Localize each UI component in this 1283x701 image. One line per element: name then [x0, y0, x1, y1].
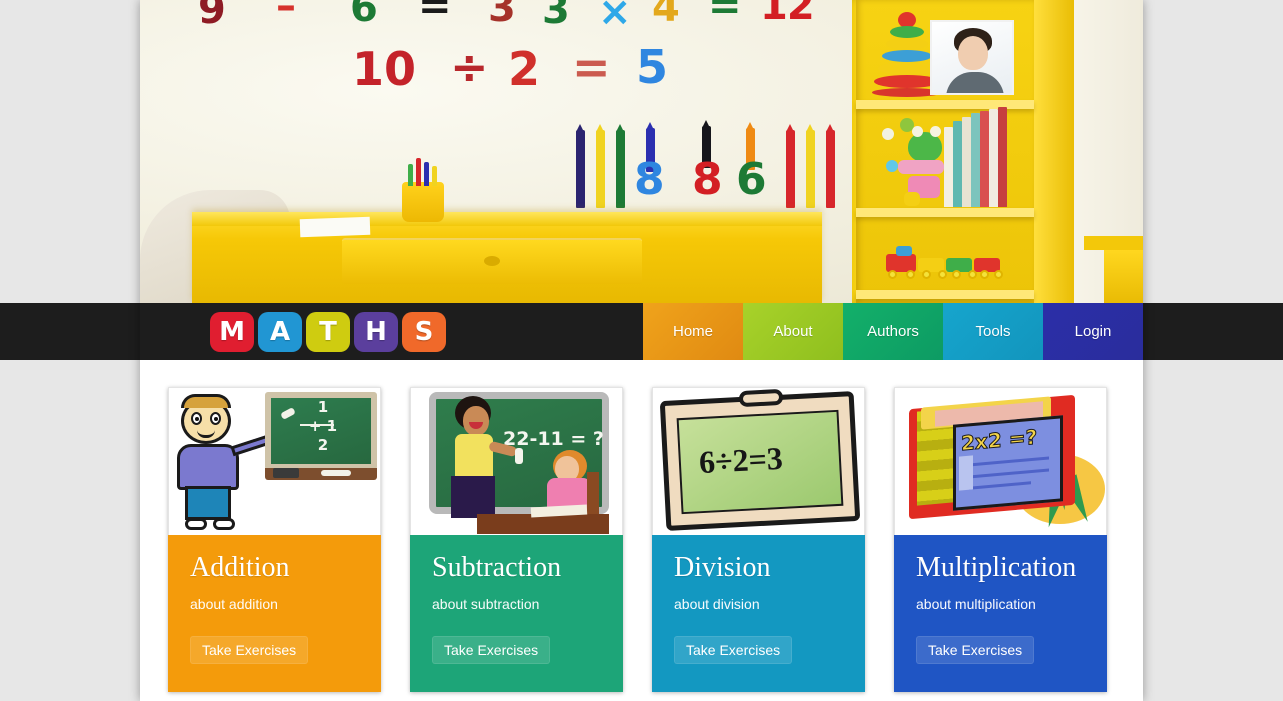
photo-face [958, 36, 988, 70]
nav-menu: Home About Authors Tools Login [643, 303, 1143, 360]
decal-3b: 3 [542, 0, 570, 33]
paper-sheet [299, 216, 371, 238]
division-chalk-text: 6÷2=3 [698, 439, 784, 481]
nav-item-about[interactable]: About [743, 303, 843, 360]
student-chair [587, 472, 599, 520]
wall-number-8-red: 8 [692, 154, 723, 205]
subtraction-take-exercises-button[interactable]: Take Exercises [432, 635, 551, 664]
decal-9: 9 [198, 0, 226, 33]
topic-card-addition[interactable]: 1+ 12 Addition about addition Take Exerc… [168, 387, 381, 692]
subtraction-chalk-text: 22-11 = ? [503, 428, 604, 450]
desk-top [192, 212, 822, 226]
nav-item-login[interactable]: Login [1043, 303, 1143, 360]
decal-divide: ÷ [450, 40, 489, 94]
nav-item-authors[interactable]: Authors [843, 303, 943, 360]
subtraction-title: Subtraction [432, 552, 562, 583]
subtraction-card-body: Subtraction about subtraction Take Exerc… [410, 535, 623, 692]
topic-card-subtraction[interactable]: 22-11 = ? Subtraction about subtraction … [410, 387, 623, 692]
addition-card-body: Addition about addition Take Exercises [168, 535, 381, 692]
decal-1: 1 [352, 42, 384, 96]
slate-handle [738, 388, 784, 408]
subtraction-thumbnail: 22-11 = ? [410, 387, 623, 535]
decal-4: 4 [652, 0, 680, 31]
multiplication-desc: about multiplication [916, 595, 1036, 612]
boy-hair [181, 394, 231, 408]
multiplication-card-body: Multiplication about multiplication Take… [894, 535, 1107, 692]
topic-card-multiplication[interactable]: 2x2 =? Multiplication about multiplicati… [894, 387, 1107, 692]
nav-item-tools[interactable]: Tools [943, 303, 1043, 360]
desk-knob [484, 256, 500, 266]
decal-6: 6 [350, 0, 378, 31]
division-desc: about division [674, 595, 760, 612]
decal-12: 12 [760, 0, 815, 29]
bookshelf-board [856, 290, 1034, 299]
teacher-face [463, 406, 489, 436]
boy-pupil-left [195, 417, 199, 421]
chalk-stick [321, 470, 351, 476]
multiplication-title: Multiplication [916, 552, 1077, 583]
cover-highlight [959, 455, 973, 491]
decal-3: 3 [488, 0, 516, 31]
bookshelf-board [856, 100, 1034, 109]
multiplication-thumbnail: 2x2 =? [894, 387, 1107, 535]
addition-thumbnail: 1+ 12 [168, 387, 381, 535]
wall-number-8-blue: 8 [634, 154, 665, 205]
addition-title: Addition [190, 552, 290, 583]
navbar: M A T H S Home About Authors Tools Login [140, 303, 1143, 360]
topic-card-division[interactable]: 6÷2=3 Division about division Take Exerc… [652, 387, 865, 692]
division-title: Division [674, 552, 771, 583]
small-shelf-board [1084, 236, 1143, 250]
pencil-cup [402, 158, 444, 222]
division-thumbnail: 6÷2=3 [652, 387, 865, 535]
main-content: 1+ 12 Addition about addition Take Exerc… [140, 360, 1143, 701]
boy-shorts [185, 486, 231, 520]
multiplication-take-exercises-button[interactable]: Take Exercises [916, 635, 1035, 664]
teacher-skirt [451, 476, 495, 518]
fraction-bar [300, 424, 334, 426]
photo-body [946, 72, 1004, 93]
decal-0: 0 [384, 42, 416, 96]
site-container: 9 – 6 = 3 3 × 4 = 12 1 0 ÷ 2 = 5 8 8 6 M… [140, 0, 1143, 701]
addition-desc: about addition [190, 595, 278, 612]
framed-photo [930, 20, 1014, 95]
eraser [273, 468, 299, 478]
small-shelf-body [1104, 250, 1143, 303]
hero-banner: 9 – 6 = 3 3 × 4 = 12 1 0 ÷ 2 = 5 8 8 6 [140, 0, 1143, 303]
addition-chalk-text: 1+ 12 [309, 398, 337, 454]
decal-equals: = [418, 0, 452, 29]
brand-letter-m: M [210, 311, 254, 352]
subtraction-desc: about subtraction [432, 595, 540, 612]
brand-letter-h: H [354, 311, 398, 352]
decal-equals-2: = [708, 0, 742, 29]
bookshelf-side-panel [1034, 0, 1074, 303]
decal-equals-3: = [572, 40, 611, 94]
boy-shirt [177, 444, 239, 490]
brand-letter-t: T [306, 311, 350, 352]
decal-2: 2 [508, 42, 540, 96]
addition-take-exercises-button[interactable]: Take Exercises [190, 635, 309, 664]
nav-item-home[interactable]: Home [643, 303, 743, 360]
page-root: 9 – 6 = 3 3 × 4 = 12 1 0 ÷ 2 = 5 8 8 6 M… [0, 0, 1283, 701]
bookshelf-board [856, 208, 1034, 217]
division-take-exercises-button[interactable]: Take Exercises [674, 635, 793, 664]
wall-number-6-green: 6 [736, 154, 767, 205]
teacher-top [455, 434, 493, 478]
decal-5: 5 [636, 40, 668, 94]
boy-shoe-left [185, 518, 207, 530]
brand-letter-a: A [258, 311, 302, 352]
boy-shoe-right [213, 518, 235, 530]
topic-card-row: 1+ 12 Addition about addition Take Exerc… [140, 387, 1143, 692]
decal-times: × [598, 0, 632, 35]
decal-minus: – [276, 0, 296, 29]
classroom-desk [477, 514, 609, 534]
boy-pupil-right [214, 417, 218, 421]
desk [192, 212, 822, 303]
teacher-chalk [515, 448, 523, 464]
bookshelf [852, 0, 1074, 303]
brand-logo[interactable]: M A T H S [210, 311, 446, 352]
brand-letter-s: S [402, 311, 446, 352]
division-card-body: Division about division Take Exercises [652, 535, 865, 692]
